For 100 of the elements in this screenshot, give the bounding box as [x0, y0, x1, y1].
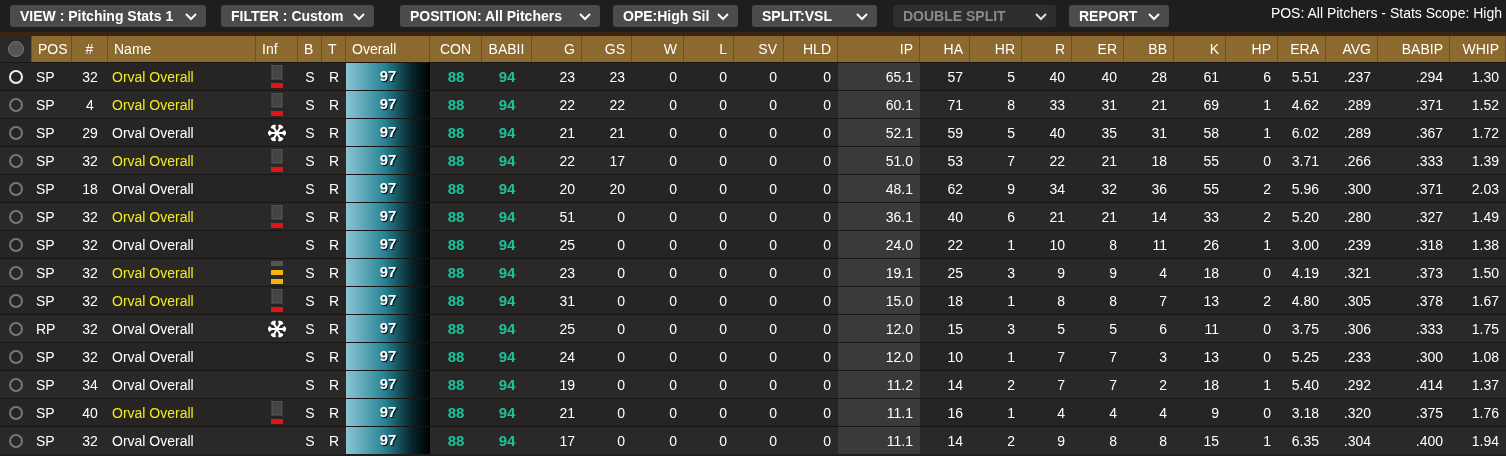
- player-name[interactable]: Orval Overall: [108, 315, 256, 342]
- dropdown-button[interactable]: REPORT: [1069, 5, 1169, 27]
- table-cell-text: 25: [946, 263, 964, 283]
- table-cell-text: 0: [718, 403, 728, 423]
- rating-cell: 97: [346, 231, 430, 258]
- row-radio[interactable]: [9, 153, 23, 168]
- table-cell-text: 0: [822, 123, 832, 143]
- player-name[interactable]: Orval Overall: [108, 175, 256, 202]
- table-cell-text: 23: [558, 67, 576, 87]
- table-cell-text: R: [327, 291, 341, 311]
- table-cell-text: 0: [718, 235, 728, 255]
- table-cell-text: 7: [1108, 347, 1118, 367]
- table-cell-text: 5.51: [1290, 67, 1320, 87]
- player-name[interactable]: Orval Overall: [108, 427, 256, 454]
- rating-cell: 97: [346, 175, 430, 202]
- table-cell-text: 17: [608, 151, 626, 171]
- table-cell-text: 0: [668, 235, 678, 255]
- table-cell-text: 25: [558, 235, 576, 255]
- table-cell-text: 36: [1150, 179, 1168, 199]
- dropdown-button[interactable]: OPE:High Sil: [613, 5, 738, 27]
- table-cell-text: 1.67: [1470, 291, 1500, 311]
- table-cell-text: 3: [1158, 347, 1168, 367]
- dropdown-button[interactable]: POSITION: All Pitchers: [400, 5, 600, 27]
- table-cell-text: 22: [608, 95, 626, 115]
- player-name[interactable]: Orval Overall: [108, 147, 256, 174]
- row-radio[interactable]: [9, 405, 23, 420]
- table-cell-text: 0: [668, 403, 678, 423]
- player-name[interactable]: Orval Overall: [108, 91, 256, 118]
- row-radio[interactable]: [9, 349, 23, 364]
- table-cell-text: 7: [1006, 151, 1016, 171]
- row-radio[interactable]: [9, 97, 23, 112]
- row-radio[interactable]: [9, 209, 23, 224]
- dropdown-button[interactable]: VIEW : Pitching Stats 1: [10, 5, 206, 27]
- meter-icon: [271, 400, 283, 425]
- player-name[interactable]: Orval Overall: [108, 343, 256, 370]
- table-cell-text: 0: [616, 347, 626, 367]
- table-cell-text: 40: [81, 403, 99, 423]
- table-cell-text: 0: [822, 403, 832, 423]
- table-cell-text: S: [304, 319, 316, 339]
- row-radio[interactable]: [9, 181, 23, 196]
- dropdown-button[interactable]: SPLIT:VSL: [752, 5, 877, 27]
- table-cell-text: SP: [35, 179, 56, 199]
- player-name[interactable]: Orval Overall: [108, 231, 256, 258]
- table-cell-text: SP: [35, 291, 56, 311]
- row-radio[interactable]: [9, 237, 23, 252]
- player-name[interactable]: Orval Overall: [108, 63, 256, 90]
- table-cell-text: 94: [497, 207, 517, 227]
- table-cell: 65.1: [838, 63, 920, 90]
- table-cell-text: 53: [946, 151, 964, 171]
- table-cell-text: 26: [1202, 235, 1220, 255]
- table-cell-text: 1: [1006, 347, 1016, 367]
- table-cell-text: 0: [718, 179, 728, 199]
- table-cell-text: 94: [497, 375, 517, 395]
- select-all-radio[interactable]: [7, 41, 24, 57]
- table-cell-text: 21: [608, 123, 626, 143]
- table-cell-text: 88: [446, 123, 466, 143]
- table-cell-text: S: [304, 375, 316, 395]
- table-cell-text: 1.75: [1470, 319, 1500, 339]
- table-cell-text: 88: [446, 375, 466, 395]
- table-cell-text: 8: [1108, 431, 1118, 451]
- table-cell-text: 0: [822, 431, 832, 451]
- row-radio[interactable]: [9, 293, 23, 308]
- table-cell-text: 0: [668, 207, 678, 227]
- player-name[interactable]: Orval Overall: [108, 203, 256, 230]
- player-name[interactable]: Orval Overall: [108, 371, 256, 398]
- table-cell-text: 51: [558, 207, 576, 227]
- player-name[interactable]: Orval Overall: [108, 259, 256, 286]
- meter-icon: [271, 204, 283, 229]
- table-cell-text: SP: [35, 431, 56, 451]
- table-cell-text: 18: [1150, 151, 1168, 171]
- player-name[interactable]: Orval Overall: [108, 287, 256, 314]
- row-radio[interactable]: [9, 125, 23, 140]
- table-cell-text: 0: [822, 179, 832, 199]
- row-radio[interactable]: [9, 265, 23, 280]
- row-radio[interactable]: [9, 321, 23, 336]
- table-cell-text: 2: [1262, 179, 1272, 199]
- table-cell-text: R: [327, 319, 341, 339]
- table-cell: 52.1: [838, 119, 920, 146]
- table-cell-text: 0: [822, 319, 832, 339]
- table-cell-text: 6: [1158, 319, 1168, 339]
- chevron-down-icon: [716, 11, 730, 21]
- meter-icon: [271, 148, 283, 173]
- table-cell-text: S: [304, 207, 316, 227]
- row-radio[interactable]: [9, 377, 23, 392]
- table-cell-text: 0: [668, 347, 678, 367]
- table-cell-text: SP: [35, 151, 56, 171]
- table-cell-text: 20: [608, 179, 626, 199]
- table-cell-text: 88: [446, 291, 466, 311]
- table-cell-text: RP: [35, 319, 57, 339]
- table-cell-text: 11: [1203, 319, 1220, 339]
- table-cell: 48.1: [838, 175, 920, 202]
- table-cell-text: 32: [81, 207, 99, 227]
- table-cell-text: 35: [1100, 123, 1118, 143]
- player-name[interactable]: Orval Overall: [108, 119, 256, 146]
- row-radio[interactable]: [9, 433, 23, 448]
- table-cell-text: 94: [497, 235, 517, 255]
- table-cell-text: S: [304, 403, 316, 423]
- dropdown-button[interactable]: FILTER : Custom: [221, 5, 374, 27]
- player-name[interactable]: Orval Overall: [108, 399, 256, 426]
- table-cell-text: 3.00: [1290, 235, 1320, 255]
